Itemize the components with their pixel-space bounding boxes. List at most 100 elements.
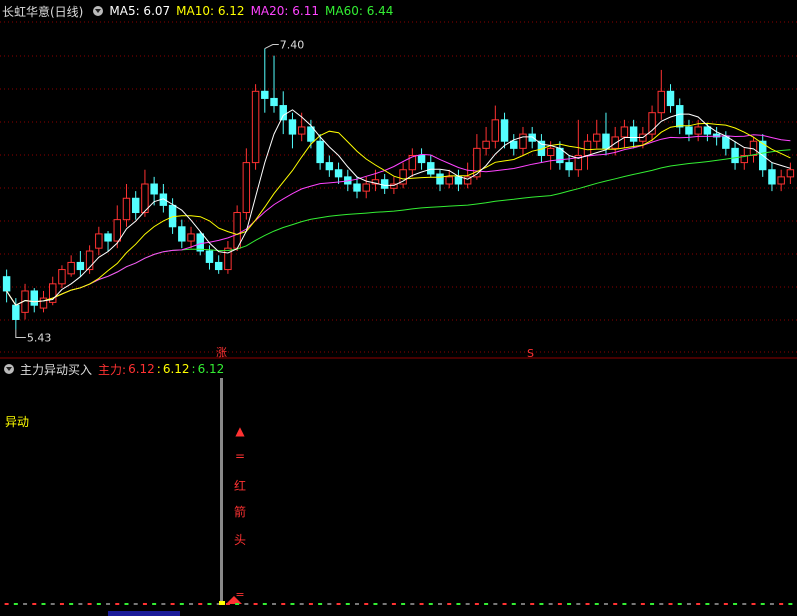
baseline-tick: [410, 603, 415, 605]
candle-body: [722, 136, 730, 149]
baseline-tick: [520, 603, 525, 605]
signal-bar: [220, 378, 223, 604]
baseline-tick: [355, 603, 360, 605]
signal-text-char: =: [235, 449, 245, 463]
candle-body: [150, 183, 158, 195]
baseline-tick: [32, 603, 37, 605]
candle-body: [288, 119, 297, 135]
signal-text-char: 箭: [234, 504, 246, 519]
baseline-tick: [281, 603, 286, 605]
baseline-tick: [235, 603, 240, 605]
baseline-tick: [622, 603, 627, 605]
baseline-tick: [677, 603, 682, 605]
baseline-tick: [142, 603, 147, 605]
baseline-tick: [760, 603, 765, 605]
baseline-tick: [650, 603, 655, 605]
baseline-tick: [742, 603, 747, 605]
baseline-tick: [244, 603, 249, 605]
baseline-tick: [373, 603, 378, 605]
candle-body: [334, 169, 343, 178]
signal-text-char: 红: [234, 478, 246, 493]
candle-body: [427, 162, 435, 175]
baseline-tick: [493, 603, 498, 605]
baseline-tick: [318, 603, 323, 605]
baseline-tick: [179, 603, 184, 605]
candle-body: [224, 247, 232, 271]
baseline-tick: [290, 603, 295, 605]
baseline-tick: [161, 603, 166, 605]
baseline-tick: [4, 603, 9, 605]
candle-body: [546, 147, 555, 156]
baseline-tick: [345, 603, 350, 605]
candle-body: [583, 140, 592, 156]
baseline-tick: [336, 603, 341, 605]
baseline-tick: [189, 603, 194, 605]
candle-body: [95, 233, 103, 249]
scroll-thumb: [108, 611, 180, 616]
baseline-tick: [23, 603, 28, 605]
candle-body: [694, 126, 702, 135]
candle-body: [58, 269, 66, 285]
candle-body: [510, 140, 518, 149]
baseline-tick: [557, 603, 562, 605]
candle-body: [251, 90, 260, 164]
baseline-tick: [50, 603, 55, 605]
high-pointer: [264, 44, 279, 49]
candle-body: [76, 261, 85, 271]
candle-body: [214, 261, 223, 271]
baseline-tick: [106, 603, 111, 605]
candle-body: [445, 176, 453, 185]
candle-body: [2, 276, 11, 292]
candle-body: [279, 105, 287, 121]
baseline-tick: [41, 603, 46, 605]
baseline-tick: [447, 603, 452, 605]
baseline-tick: [382, 603, 387, 605]
candle-body: [685, 126, 693, 135]
baseline-tick: [511, 603, 516, 605]
baseline-tick: [262, 603, 267, 605]
candle-body: [417, 154, 426, 164]
baseline-tick: [207, 603, 212, 605]
baseline-tick: [631, 603, 636, 605]
baseline-tick: [391, 603, 396, 605]
candle-body: [629, 126, 638, 142]
baseline-tick: [327, 603, 332, 605]
baseline-tick: [474, 603, 479, 605]
candle-body: [454, 176, 463, 185]
baseline-tick: [308, 603, 313, 605]
candle-body: [500, 119, 509, 142]
baseline-tick: [465, 603, 470, 605]
candle-body: [731, 147, 739, 164]
candle-body: [104, 233, 112, 242]
baseline-tick: [198, 603, 203, 605]
candle-body: [297, 126, 306, 135]
baseline-tick: [456, 603, 461, 605]
low-pointer: [15, 329, 26, 338]
candle-body: [196, 233, 204, 252]
baseline-tick: [170, 603, 175, 605]
low-price-label: 5.43: [27, 331, 52, 344]
ma60-line: [6, 149, 791, 306]
baseline-tick: [115, 603, 120, 605]
baseline-tick: [299, 603, 304, 605]
candle-body: [325, 162, 334, 171]
candle-body: [131, 197, 140, 214]
candle-body: [777, 176, 785, 185]
bottom-mark: =: [235, 588, 244, 601]
zhang-marker: 涨: [216, 346, 227, 359]
baseline-tick: [87, 603, 92, 605]
candle-body: [233, 212, 241, 249]
baseline-tick: [751, 603, 756, 605]
baseline-tick: [733, 603, 738, 605]
baseline-tick: [640, 603, 645, 605]
baseline-tick: [594, 603, 599, 605]
baseline-tick: [659, 603, 664, 605]
candle-body: [528, 133, 536, 142]
candle-body: [491, 119, 500, 142]
baseline-tick: [696, 603, 701, 605]
baseline-tick: [502, 603, 507, 605]
candlestick-chart[interactable]: 7.40 5.43 涨 S ▲ = 红箭头 =: [0, 0, 797, 616]
candle-body: [602, 133, 610, 149]
baseline-tick: [585, 603, 590, 605]
baseline-tick: [613, 603, 618, 605]
